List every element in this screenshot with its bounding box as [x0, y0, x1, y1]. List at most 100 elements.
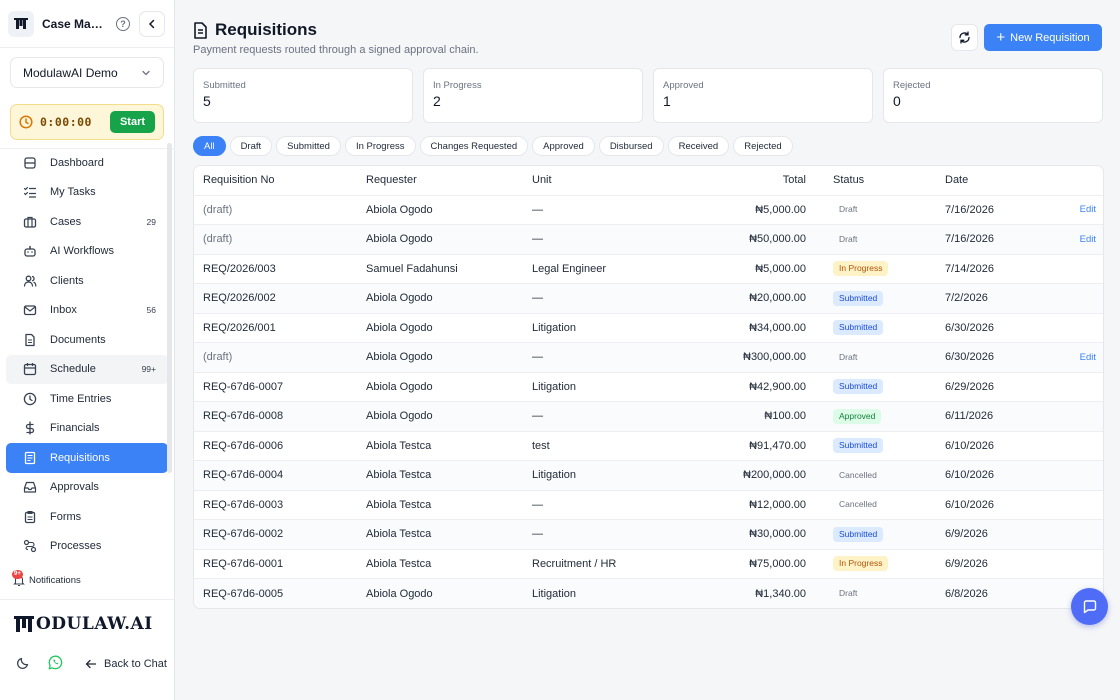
- column-header-unit[interactable]: Unit: [523, 166, 651, 196]
- start-timer-button[interactable]: Start: [110, 111, 155, 133]
- table-row[interactable]: REQ/2026/003 Samuel Fadahunsi Legal Engine…: [194, 254, 1103, 284]
- cell-requisition-no: (draft): [194, 195, 357, 225]
- sidebar-item-approvals[interactable]: Approvals: [6, 473, 168, 503]
- table-row[interactable]: REQ-67d6-0008 Abiola Ogodo — ₦100.00 Approve…: [194, 401, 1103, 432]
- clock-icon: [19, 115, 33, 129]
- stat-card-approved: Approved 1: [653, 68, 873, 123]
- table-row[interactable]: REQ/2026/002 Abiola Ogodo — ₦20,000.00 Submi…: [194, 283, 1103, 314]
- notifications-button[interactable]: 9+ Notifications: [12, 570, 81, 587]
- app-title: Case Management: [42, 16, 104, 31]
- new-requisition-button[interactable]: + New Requisition: [984, 24, 1102, 51]
- cell-status: Submitted: [815, 372, 936, 402]
- sidebar-item-label: Cases: [50, 215, 82, 228]
- table-row[interactable]: REQ-67d6-0001 Abiola Testca Recruitment / …: [194, 549, 1103, 579]
- table-row[interactable]: (draft) Abiola Ogodo — ₦5,000.00 Draft 7/16/2…: [194, 195, 1103, 225]
- cell-total: ₦1,340.00: [651, 578, 815, 608]
- cell-total: ₦75,000.00: [651, 549, 815, 579]
- table-row[interactable]: (draft) Abiola Ogodo — ₦300,000.00 Draft 6/30…: [194, 342, 1103, 373]
- table-row[interactable]: REQ-67d6-0005 Abiola Ogodo Litigation ₦1,34…: [194, 578, 1103, 608]
- sidebar-item-requisitions[interactable]: Requisitions: [6, 443, 168, 473]
- refresh-button[interactable]: [951, 24, 978, 51]
- sidebar-item-clients[interactable]: Clients: [6, 266, 168, 296]
- table-body: (draft) Abiola Ogodo — ₦5,000.00 Draft 7/16/2…: [194, 195, 1103, 608]
- whatsapp-icon[interactable]: [48, 655, 63, 673]
- column-header-total[interactable]: Total: [651, 166, 815, 196]
- sidebar-item-schedule[interactable]: Schedule 99+: [6, 354, 168, 384]
- filter-tab-received[interactable]: Received: [667, 136, 730, 156]
- stat-value: 0: [893, 93, 901, 109]
- column-header-requisition-no[interactable]: Requisition No: [194, 166, 357, 196]
- requisitions-table: Requisition No Requester Unit Total Stat…: [193, 165, 1104, 609]
- cell-requester: Abiola Testca: [357, 490, 523, 520]
- sidebar-item-label: Approvals: [50, 481, 99, 494]
- brand-logo: ODULAW.AI: [14, 614, 153, 634]
- sidebar-item-cases[interactable]: Cases 29: [6, 207, 168, 237]
- filter-tab-draft[interactable]: Draft: [229, 136, 273, 156]
- theme-toggle-moon-icon[interactable]: [16, 656, 30, 673]
- status-badge: Draft: [839, 233, 858, 244]
- org-selector[interactable]: ModulawAI Demo: [10, 57, 164, 88]
- chevron-down-icon: [142, 70, 150, 75]
- sidebar-item-inbox[interactable]: Inbox 56: [6, 296, 168, 326]
- filter-tab-all[interactable]: All: [193, 136, 226, 156]
- status-badge: Cancelled: [839, 499, 877, 510]
- filter-tab-submitted[interactable]: Submitted: [276, 136, 341, 156]
- status-badge: Submitted: [833, 320, 884, 336]
- back-to-chat-button[interactable]: Back to Chat: [85, 658, 167, 670]
- table-row[interactable]: REQ-67d6-0002 Abiola Testca — ₦30,000.00 Sub…: [194, 519, 1103, 550]
- sidebar-item-time-entries[interactable]: Time Entries: [6, 384, 168, 414]
- help-icon[interactable]: ?: [116, 16, 130, 31]
- cell-requester: Abiola Ogodo: [357, 283, 523, 314]
- cell-date: 7/16/2026: [936, 195, 1046, 225]
- filter-tab-rejected[interactable]: Rejected: [733, 136, 793, 156]
- cell-requester: Abiola Ogodo: [357, 195, 523, 225]
- table-row[interactable]: REQ-67d6-0007 Abiola Ogodo Litigation ₦42,9…: [194, 372, 1103, 402]
- sidebar-item-label: AI Workflows: [50, 245, 114, 258]
- status-badge: Draft: [839, 204, 858, 215]
- table-row[interactable]: REQ-67d6-0003 Abiola Testca — ₦12,000.00 Can…: [194, 490, 1103, 520]
- table-row[interactable]: REQ-67d6-0006 Abiola Testca test ₦91,470.00…: [194, 431, 1103, 461]
- filter-tab-in-progress[interactable]: In Progress: [344, 136, 416, 156]
- cell-status: Draft: [815, 224, 936, 255]
- filter-tab-changes-requested[interactable]: Changes Requested: [419, 136, 529, 156]
- status-badge: In Progress: [833, 556, 889, 572]
- filter-tab-approved[interactable]: Approved: [532, 136, 595, 156]
- cell-requester: Abiola Ogodo: [357, 342, 523, 373]
- sidebar-item-forms[interactable]: Forms: [6, 502, 168, 532]
- filter-tab-disbursed[interactable]: Disbursed: [598, 136, 664, 156]
- sidebar-scrollbar[interactable]: [167, 143, 172, 473]
- cell-date: 6/29/2026: [936, 372, 1046, 402]
- column-header-requester[interactable]: Requester: [357, 166, 523, 196]
- sidebar-item-documents[interactable]: Documents: [6, 325, 168, 355]
- cell-date: 6/8/2026: [936, 578, 1046, 608]
- collapse-sidebar-button[interactable]: [139, 10, 165, 37]
- column-header-date[interactable]: Date: [936, 166, 1046, 196]
- edit-link[interactable]: Edit: [1080, 234, 1096, 245]
- briefcase-icon: [22, 214, 38, 230]
- sidebar-divider: [0, 599, 174, 600]
- cell-requester: Abiola Testca: [357, 519, 523, 550]
- cell-requisition-no: REQ-67d6-0006: [194, 431, 357, 461]
- column-header-actions: [1046, 166, 1103, 196]
- edit-link[interactable]: Edit: [1080, 352, 1096, 363]
- sidebar-item-ai-workflows[interactable]: AI Workflows: [6, 237, 168, 267]
- edit-link[interactable]: Edit: [1080, 204, 1096, 215]
- sidebar-item-my-tasks[interactable]: My Tasks: [6, 178, 168, 208]
- cell-requisition-no: REQ-67d6-0003: [194, 490, 357, 520]
- sidebar-item-processes[interactable]: Processes: [6, 532, 168, 562]
- stat-value: 5: [203, 93, 211, 109]
- sidebar-item-label: Forms: [50, 510, 82, 523]
- cell-requisition-no: (draft): [194, 224, 357, 255]
- clock-icon: [22, 391, 38, 407]
- table-row[interactable]: REQ-67d6-0004 Abiola Testca Litigation ₦200…: [194, 460, 1103, 491]
- column-header-status[interactable]: Status: [815, 166, 936, 196]
- sidebar-item-label: Documents: [50, 333, 106, 346]
- sidebar-item-dashboard[interactable]: Dashboard: [6, 148, 168, 178]
- table-row[interactable]: (draft) Abiola Ogodo — ₦50,000.00 Draft 7/16/…: [194, 224, 1103, 255]
- chat-fab-button[interactable]: [1071, 588, 1108, 625]
- main-content: Requisitions Payment requests routed thr…: [175, 0, 1120, 700]
- cell-requester: Abiola Ogodo: [357, 401, 523, 432]
- sidebar-item-financials[interactable]: Financials: [6, 414, 168, 444]
- cell-total: ₦12,000.00: [651, 490, 815, 520]
- table-row[interactable]: REQ/2026/001 Abiola Ogodo Litigation ₦34,00…: [194, 313, 1103, 343]
